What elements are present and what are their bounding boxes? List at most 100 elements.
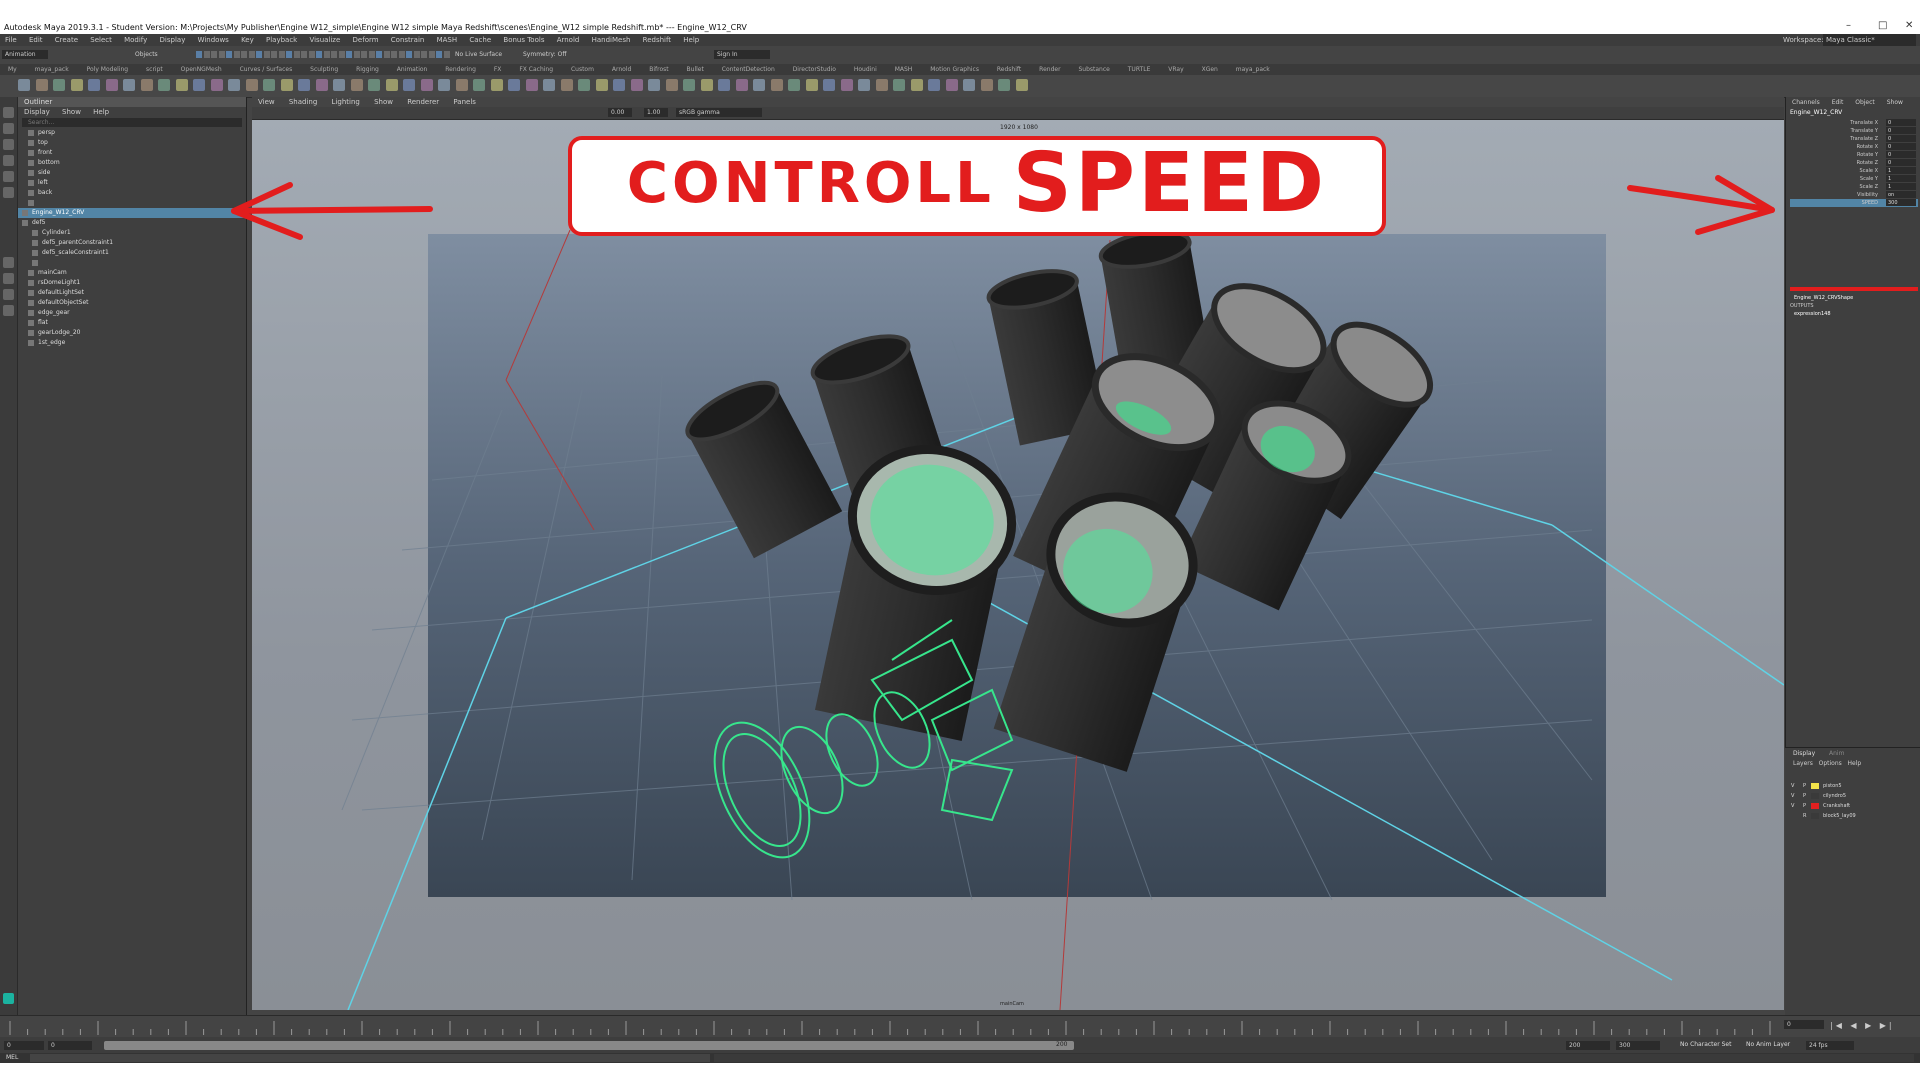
- shelf-tool-icon[interactable]: [980, 79, 993, 91]
- channel-row[interactable]: Translate Z 0: [1790, 135, 1918, 143]
- outliner-row[interactable]: mainCam: [18, 268, 253, 278]
- channel-value-field[interactable]: 1: [1886, 167, 1916, 174]
- layer-color-swatch[interactable]: [1811, 792, 1819, 799]
- shape-node-name[interactable]: Engine_W12_CRVShape: [1794, 295, 1853, 301]
- outliner-row[interactable]: def5_scaleConstraint1: [18, 248, 257, 258]
- shelf-tool-icon[interactable]: [350, 79, 363, 91]
- status-tool-icon[interactable]: [331, 51, 337, 58]
- shelf-tool-icon[interactable]: [210, 79, 223, 91]
- shelf-tool-icon[interactable]: [735, 79, 748, 91]
- scale-tool-icon[interactable]: [3, 187, 14, 198]
- menuset-dropdown[interactable]: Animation: [2, 50, 48, 59]
- shelf-tab-my[interactable]: My: [8, 66, 17, 73]
- outliner-search-input[interactable]: Search...: [22, 118, 242, 127]
- shelf-tab-motion-graphics[interactable]: Motion Graphics: [930, 66, 979, 73]
- shelf-tool-icon[interactable]: [280, 79, 293, 91]
- layout-four-icon[interactable]: [3, 273, 14, 284]
- shelf-tool-icon[interactable]: [53, 79, 65, 91]
- shelf-tool-icon[interactable]: [963, 79, 975, 91]
- channel-row[interactable]: Translate Y 0: [1790, 127, 1918, 135]
- channel-value-field[interactable]: on: [1886, 191, 1916, 198]
- outliner-row[interactable]: edge_gear: [18, 308, 253, 318]
- channel-row[interactable]: Scale X 1: [1790, 167, 1918, 175]
- shelf-tab-turtle[interactable]: TURTLE: [1128, 66, 1151, 73]
- status-tool-icon[interactable]: [436, 51, 442, 58]
- menu-select[interactable]: Select: [90, 36, 112, 44]
- shelf-tool-icon[interactable]: [140, 79, 153, 91]
- outliner-row[interactable]: gearLodge_20: [18, 328, 253, 338]
- fps-dropdown[interactable]: 24 fps: [1806, 1041, 1854, 1050]
- status-tool-icon[interactable]: [368, 51, 375, 58]
- shelf-tool-icon[interactable]: [88, 79, 100, 91]
- status-tool-icon[interactable]: [286, 51, 292, 58]
- outliner-row[interactable]: side: [18, 168, 253, 178]
- status-tool-icon[interactable]: [203, 51, 210, 58]
- shelf-tab-vray[interactable]: VRay: [1168, 66, 1183, 73]
- channel-row[interactable]: SPEED 300: [1790, 199, 1918, 207]
- shelf-tool-icon[interactable]: [665, 79, 678, 91]
- shelf-tab-openngmesh[interactable]: OpenNGMesh: [181, 66, 222, 73]
- menu-bonus-tools[interactable]: Bonus Tools: [503, 36, 544, 44]
- outliner-row[interactable]: rsDomeLight1: [18, 278, 253, 288]
- outliner-row[interactable]: left: [18, 178, 253, 188]
- outliner-menu-show[interactable]: Show: [62, 108, 81, 116]
- shelf-tool-icon[interactable]: [998, 79, 1010, 91]
- channel-value-field[interactable]: 0: [1886, 159, 1916, 166]
- shelf-tool-icon[interactable]: [788, 79, 800, 91]
- shelf-tab-rendering[interactable]: Rendering: [445, 66, 476, 73]
- channel-row[interactable]: Rotate Y 0: [1790, 151, 1918, 159]
- status-tool-icon[interactable]: [196, 51, 202, 58]
- start-frame-field[interactable]: 0: [4, 1041, 44, 1050]
- channel-row[interactable]: Scale Z 1: [1790, 183, 1918, 191]
- anim-layer-dropdown[interactable]: No Anim Layer: [1746, 1041, 1790, 1048]
- layer-tab-anim[interactable]: Anim: [1829, 750, 1844, 757]
- status-tool-icon[interactable]: [443, 51, 450, 58]
- outliner-row[interactable]: top: [18, 138, 253, 148]
- outliner-row[interactable]: 1st_edge: [18, 338, 253, 348]
- shelf-tool-icon[interactable]: [893, 79, 905, 91]
- shelf-tab-fx-caching[interactable]: FX Caching: [519, 66, 553, 73]
- outliner-row[interactable]: def5: [18, 218, 247, 228]
- shelf-tool-icon[interactable]: [298, 79, 310, 91]
- viewport-menu-shading[interactable]: Shading: [289, 98, 317, 106]
- status-tool-icon[interactable]: [421, 51, 427, 58]
- layer-playback-toggle[interactable]: P: [1803, 782, 1806, 791]
- outliner-row[interactable]: bottom: [18, 158, 253, 168]
- shelf-tool-icon[interactable]: [578, 79, 590, 91]
- outliner-row[interactable]: Engine_W12_CRV: [18, 208, 247, 218]
- menu-help[interactable]: Help: [683, 36, 699, 44]
- menu-deform[interactable]: Deform: [353, 36, 379, 44]
- shelf-tool-icon[interactable]: [158, 79, 170, 91]
- status-tool-icon[interactable]: [316, 51, 322, 58]
- layer-row[interactable]: Rblock5_lay09: [1791, 812, 1916, 821]
- shelf-tab-redshift[interactable]: Redshift: [997, 66, 1021, 73]
- layer-row[interactable]: V Pcilyndro5: [1791, 792, 1916, 801]
- shelf-tab-xgen[interactable]: XGen: [1202, 66, 1218, 73]
- layer-visibility-toggle[interactable]: V: [1791, 802, 1794, 811]
- viewport-menu-view[interactable]: View: [258, 98, 275, 106]
- layer-menu-layers[interactable]: Layers: [1793, 760, 1813, 767]
- shelf-tab-sculpting[interactable]: Sculpting: [310, 66, 338, 73]
- shelf-tool-icon[interactable]: [683, 79, 695, 91]
- layer-menu-options[interactable]: Options: [1819, 760, 1842, 767]
- playback-controls[interactable]: |◀ ◀ ▶ ▶|: [1830, 1021, 1895, 1030]
- menu-handimesh[interactable]: HandiMesh: [592, 36, 631, 44]
- shelf-tool-icon[interactable]: [508, 79, 520, 91]
- status-tool-icon[interactable]: [376, 51, 382, 58]
- channel-row[interactable]: Scale Y 1: [1790, 175, 1918, 183]
- menu-windows[interactable]: Windows: [198, 36, 229, 44]
- channel-row[interactable]: Translate X 0: [1790, 119, 1918, 127]
- status-tool-icon[interactable]: [218, 51, 225, 58]
- outliner-row[interactable]: [18, 198, 253, 208]
- shelf-tool-icon[interactable]: [613, 79, 625, 91]
- range-start-field[interactable]: 0: [48, 1041, 92, 1050]
- status-tool-icon[interactable]: [226, 51, 232, 58]
- live-surface-label[interactable]: No Live Surface: [452, 50, 512, 59]
- shelf-tool-icon[interactable]: [525, 79, 538, 91]
- shelf-tool-icon[interactable]: [368, 79, 380, 91]
- channelbox-tab-edit[interactable]: Edit: [1832, 99, 1844, 106]
- menu-constrain[interactable]: Constrain: [391, 36, 425, 44]
- sign-in-button[interactable]: Sign In: [714, 50, 770, 59]
- shelf-tool-icon[interactable]: [490, 79, 503, 91]
- shelf-tool-icon[interactable]: [35, 79, 48, 91]
